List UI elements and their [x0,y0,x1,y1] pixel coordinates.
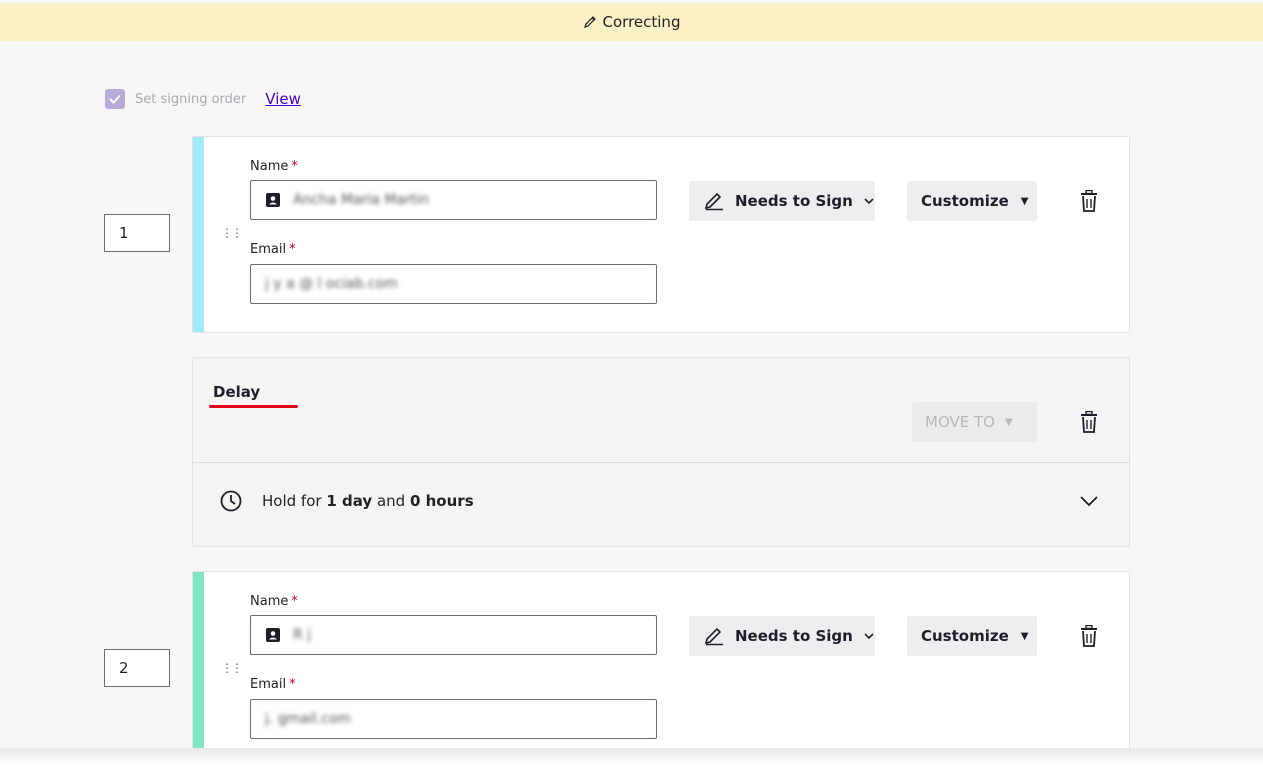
signing-order-checkbox[interactable] [105,89,125,109]
pen-icon [704,192,723,211]
hold-and: and [376,492,406,510]
recipient-order-input[interactable]: 2 [104,649,170,687]
email-label: Email * [250,242,296,257]
customize-label: Customize [921,192,1009,210]
recipient-card: ⋮⋮ Name * R j Email * j. gmail.com Needs t… [192,571,1130,761]
delay-divider [193,462,1129,463]
signing-order-row: Set signing order View [105,89,301,109]
customize-label: Customize [921,627,1009,645]
email-label: Email * [250,677,296,692]
pencil-icon [583,16,596,28]
delete-recipient-icon[interactable] [1079,190,1099,212]
recipient-card: ⋮⋮ Name * Ancha Maria Martin Email * j y a… [192,136,1130,333]
clock-icon [220,490,242,512]
name-value: R j [293,627,312,643]
email-input[interactable]: j y a @ l ociab.com [250,264,657,304]
signing-order-label: Set signing order [135,91,247,107]
bottom-scroll-shadow [0,748,1263,777]
caret-down-icon: ▼ [1020,630,1029,642]
name-label: Name * [250,594,298,609]
needs-to-sign-dropdown[interactable]: Needs to Sign [689,616,875,656]
name-input[interactable]: Ancha Maria Martin [250,180,657,220]
email-input[interactable]: j. gmail.com [250,699,657,739]
chevron-down-icon [863,197,875,205]
check-icon [109,94,121,104]
move-to-label: MOVE TO [925,413,995,431]
pen-icon [704,627,723,646]
email-value: j y a @ l ociab.com [265,276,398,292]
email-value: j. gmail.com [265,711,352,727]
contact-card-icon[interactable] [265,192,281,208]
customize-dropdown[interactable]: Customize ▼ [907,181,1037,221]
banner-status: Correcting [602,13,681,31]
delete-delay-icon[interactable] [1079,411,1099,433]
name-label: Name * [250,159,298,174]
correcting-banner: Correcting [0,3,1263,41]
delay-underline [209,405,298,408]
needs-to-sign-label: Needs to Sign [735,627,853,645]
needs-to-sign-label: Needs to Sign [735,192,853,210]
hold-hours: 0 hours [409,492,474,510]
move-to-dropdown[interactable]: MOVE TO ▼ [912,402,1037,442]
hold-days: 1 day [326,492,373,510]
delete-recipient-icon[interactable] [1079,625,1099,647]
delay-card: Delay MOVE TO ▼ Hold for 1 day and 0 hou… [192,357,1130,547]
caret-down-icon: ▼ [1020,195,1029,207]
customize-dropdown[interactable]: Customize ▼ [907,616,1037,656]
drag-handle-icon[interactable]: ⋮⋮ [221,226,243,240]
expand-delay-chevron-icon[interactable] [1079,495,1099,507]
chevron-down-icon [863,632,875,640]
name-input[interactable]: R j [250,615,657,655]
recipient-color-stripe [193,572,204,760]
view-link[interactable]: View [265,90,301,108]
delay-title: Delay [213,383,261,401]
drag-handle-icon[interactable]: ⋮⋮ [221,661,243,675]
needs-to-sign-dropdown[interactable]: Needs to Sign [689,181,875,221]
contact-card-icon[interactable] [265,627,281,643]
hold-prefix: Hold for [262,492,322,510]
recipient-color-stripe [193,137,204,332]
hold-duration: Hold for 1 day and 0 hours [220,490,474,512]
name-value: Ancha Maria Martin [293,192,430,208]
caret-down-icon: ▼ [1004,416,1013,428]
recipient-order-input[interactable]: 1 [104,214,170,252]
